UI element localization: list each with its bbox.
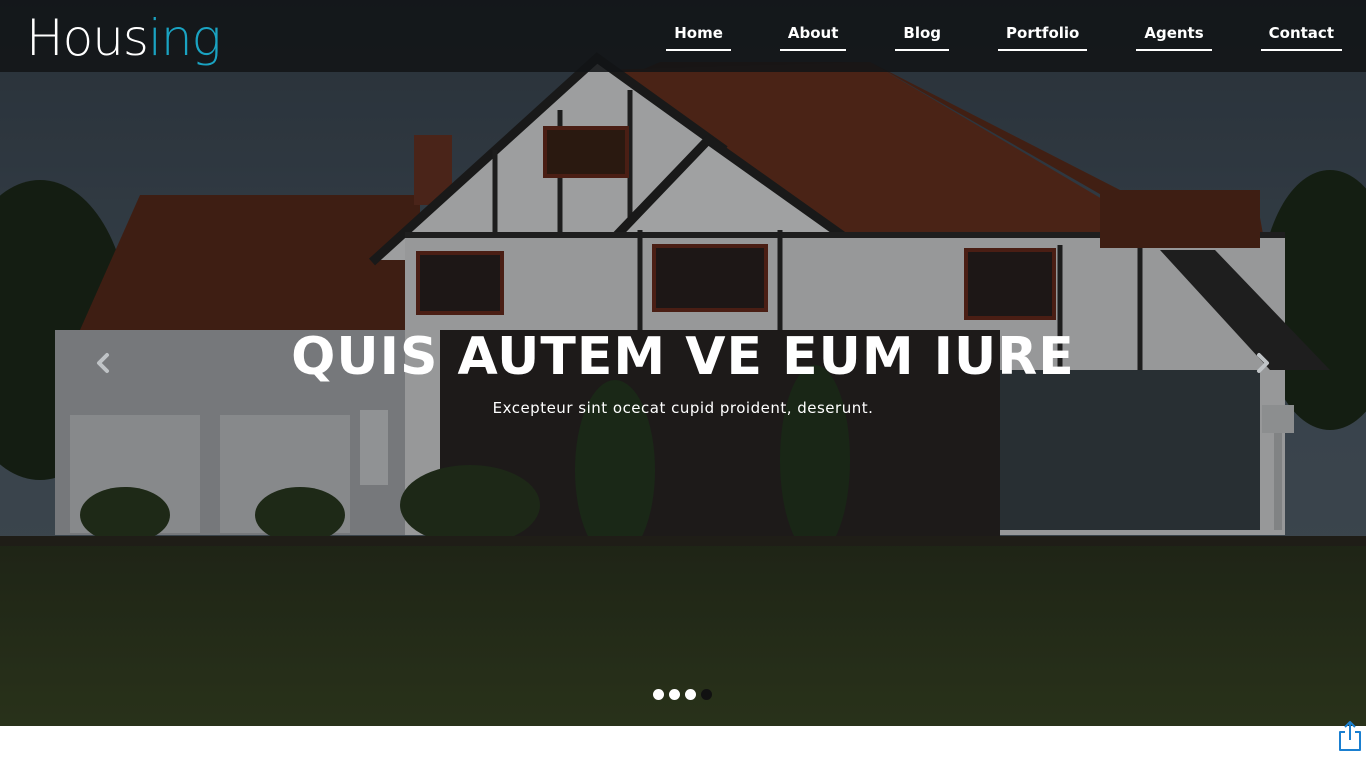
brand-text-main: Hous (26, 9, 149, 67)
nav-portfolio[interactable]: Portfolio (998, 23, 1088, 51)
carousel-indicator-4[interactable] (701, 689, 712, 700)
top-navbar: Housing Home About Blog Portfolio Agents… (0, 0, 1366, 72)
chevron-right-icon (1257, 353, 1269, 373)
carousel-indicators (653, 689, 717, 701)
share-button[interactable] (1336, 720, 1364, 752)
carousel-prev-button[interactable] (88, 348, 118, 378)
nav-contact[interactable]: Contact (1260, 23, 1342, 51)
carousel-indicator-1[interactable] (653, 689, 664, 700)
hero-title: QUIS AUTEM VE EUM IURE (291, 327, 1075, 387)
chevron-left-icon (97, 353, 109, 373)
carousel-indicator-3[interactable] (685, 689, 696, 700)
carousel-next-button[interactable] (1248, 348, 1278, 378)
nav-blog[interactable]: Blog (895, 23, 950, 51)
nav-agents[interactable]: Agents (1136, 23, 1212, 51)
main-nav: Home About Blog Portfolio Agents Contact (666, 0, 1342, 72)
nav-about[interactable]: About (779, 23, 847, 51)
hero-subtitle: Excepteur sint ocecat cupid proident, de… (492, 399, 874, 417)
share-icon (1339, 721, 1361, 751)
nav-home[interactable]: Home (666, 23, 731, 51)
hero-caption: QUIS AUTEM VE EUM IURE Excepteur sint oc… (0, 324, 1366, 418)
hero-carousel: QUIS AUTEM VE EUM IURE Excepteur sint oc… (0, 0, 1366, 726)
carousel-indicator-2[interactable] (669, 689, 680, 700)
brand-text-accent: ing (147, 9, 222, 67)
brand-logo[interactable]: Housing (26, 8, 222, 68)
